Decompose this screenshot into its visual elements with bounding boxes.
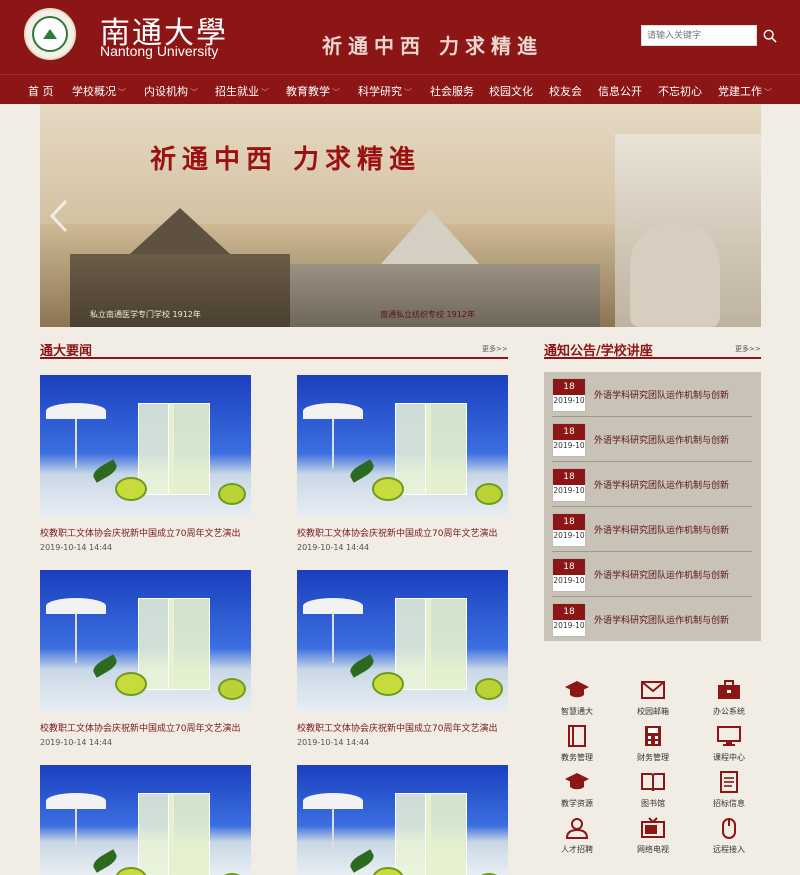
notice-title[interactable]: 外语学科研究团队运作机制与创新 (594, 433, 729, 446)
document-icon (720, 771, 738, 793)
graduation-cap-icon (565, 681, 589, 698)
chevron-down-icon: ﹀ (261, 88, 269, 97)
notice-item[interactable]: 18 2019-10 外语学科研究团队运作机制与创新 (552, 372, 752, 417)
notice-item[interactable]: 18 2019-10 外语学科研究团队运作机制与创新 (552, 417, 752, 462)
notice-item[interactable]: 18 2019-10 外语学科研究团队运作机制与创新 (552, 552, 752, 597)
news-card-image[interactable] (297, 765, 508, 875)
founder-statue (630, 224, 720, 327)
logo-english-name[interactable]: Nantong University (100, 43, 218, 59)
briefcase-icon (718, 680, 740, 699)
news-section-divider (40, 357, 508, 359)
notice-item[interactable]: 18 2019-10 外语学科研究团队运作机制与创新 (552, 597, 752, 642)
nav-item-social-service[interactable]: 社会服务 (430, 83, 474, 99)
notice-title[interactable]: 外语学科研究团队运作机制与创新 (594, 568, 729, 581)
hero-banner[interactable]: 祈通中西 力求精進 私立南通医学专门学校 1912年 南通私立纺织专校 1912… (40, 104, 761, 327)
news-more-link[interactable]: 更多>> (482, 344, 508, 354)
news-card-image[interactable] (297, 570, 508, 712)
mouse-icon (722, 818, 736, 839)
chevron-down-icon: ﹀ (118, 88, 126, 97)
notice-date-badge: 18 2019-10 (552, 558, 586, 592)
nav-item-education[interactable]: 教育教学 ﹀ (286, 83, 340, 99)
book-icon (568, 725, 586, 747)
news-card-date: 2019-10-14 14:44 (40, 543, 113, 552)
quick-link-bidding-info[interactable]: 招标信息 (694, 770, 764, 816)
news-card-title[interactable]: 校教职工文体协会庆祝新中国成立70周年文艺演出 (40, 526, 240, 539)
quick-link-network-tv[interactable]: 网络电视 (618, 816, 688, 862)
news-card-date: 2019-10-14 14:44 (40, 738, 113, 747)
monitor-icon (717, 726, 741, 746)
quick-link-library[interactable]: 图书馆 (618, 770, 688, 816)
notice-title[interactable]: 外语学科研究团队运作机制与创新 (594, 613, 729, 626)
mail-icon (641, 681, 665, 699)
quick-link-academic-affairs[interactable]: 教务管理 (542, 724, 612, 770)
notice-title[interactable]: 外语学科研究团队运作机制与创新 (594, 478, 729, 491)
news-card-title[interactable]: 校教职工文体协会庆祝新中国成立70周年文艺演出 (40, 721, 240, 734)
nav-item-original-aspiration[interactable]: 不忘初心 (658, 83, 702, 99)
news-card-image[interactable] (40, 570, 251, 712)
tv-icon (641, 817, 665, 838)
carousel-prev-arrow-icon[interactable] (48, 198, 70, 234)
chevron-down-icon: ﹀ (764, 88, 772, 97)
notice-item[interactable]: 18 2019-10 外语学科研究团队运作机制与创新 (552, 462, 752, 507)
quick-link-recruitment[interactable]: 人才招聘 (542, 816, 612, 862)
nav-item-party-building[interactable]: 党建工作 ﹀ (718, 83, 772, 99)
chevron-down-icon: ﹀ (332, 88, 340, 97)
nav-item-departments[interactable]: 内设机构 ﹀ (144, 83, 198, 99)
university-seal-logo[interactable] (24, 8, 76, 60)
notice-date-badge: 18 2019-10 (552, 378, 586, 412)
news-card-image[interactable] (40, 765, 251, 875)
nav-item-about[interactable]: 学校概况 ﹀ (72, 83, 126, 99)
news-card-image[interactable] (40, 375, 251, 517)
banner-caption-left: 私立南通医学专门学校 1912年 (90, 310, 201, 319)
nav-item-disclosure[interactable]: 信息公开 (598, 83, 642, 99)
quick-link-remote-access[interactable]: 远程接入 (694, 816, 764, 862)
quick-link-office-system[interactable]: 办公系统 (694, 678, 764, 724)
user-icon (565, 818, 589, 839)
notice-item[interactable]: 18 2019-10 外语学科研究团队运作机制与创新 (552, 507, 752, 552)
quick-link-campus-mail[interactable]: 校园邮箱 (618, 678, 688, 724)
notice-title[interactable]: 外语学科研究团队运作机制与创新 (594, 523, 729, 536)
chevron-down-icon: ﹀ (190, 88, 198, 97)
nav-item-alumni[interactable]: 校友会 (549, 83, 582, 99)
quick-link-teaching-resources[interactable]: 教学资源 (542, 770, 612, 816)
site-header: 南通大學 Nantong University 祈通中西 力求精進 (0, 0, 800, 74)
nav-item-admissions[interactable]: 招生就业 ﹀ (215, 83, 269, 99)
news-card-title[interactable]: 校教职工文体协会庆祝新中国成立70周年文艺演出 (297, 526, 497, 539)
news-card-title[interactable]: 校教职工文体协会庆祝新中国成立70周年文艺演出 (297, 721, 497, 734)
news-card-image[interactable] (297, 375, 508, 517)
notices-more-link[interactable]: 更多>> (735, 344, 761, 354)
quick-link-smart-campus[interactable]: 智慧通大 (542, 678, 612, 724)
chevron-down-icon: ﹀ (404, 88, 412, 97)
graduation-cap-icon (565, 773, 589, 790)
notice-date-badge: 18 2019-10 (552, 513, 586, 547)
banner-caption-right: 南通私立纺织专校 1912年 (380, 310, 475, 319)
nav-item-home[interactable]: 首 页 (28, 83, 54, 99)
notice-date-badge: 18 2019-10 (552, 603, 586, 637)
header-slogan: 祈通中西 力求精進 (322, 34, 543, 58)
calculator-icon (645, 726, 661, 746)
quick-link-finance[interactable]: 财务管理 (618, 724, 688, 770)
open-book-icon (641, 773, 665, 792)
nav-item-campus-culture[interactable]: 校园文化 (489, 83, 533, 99)
main-nav: 首 页 学校概况 ﹀ 内设机构 ﹀ 招生就业 ﹀ 教育教学 ﹀ 科学研究 ﹀ 社会服务 校… (0, 74, 800, 104)
notice-date-badge: 18 2019-10 (552, 423, 586, 457)
notices-section-divider (544, 357, 761, 359)
news-card-date: 2019-10-14 14:44 (297, 738, 370, 747)
notices-list: 18 2019-10 外语学科研究团队运作机制与创新 18 2019-10 外语… (544, 372, 761, 641)
news-card-date: 2019-10-14 14:44 (297, 543, 370, 552)
search-input[interactable] (641, 25, 757, 46)
nav-item-research[interactable]: 科学研究 ﹀ (358, 83, 412, 99)
notice-date-badge: 18 2019-10 (552, 468, 586, 502)
search-icon[interactable] (763, 29, 777, 43)
quick-link-course-center[interactable]: 课程中心 (694, 724, 764, 770)
banner-slogan: 祈通中西 力求精進 (150, 145, 422, 175)
notice-title[interactable]: 外语学科研究团队运作机制与创新 (594, 388, 729, 401)
